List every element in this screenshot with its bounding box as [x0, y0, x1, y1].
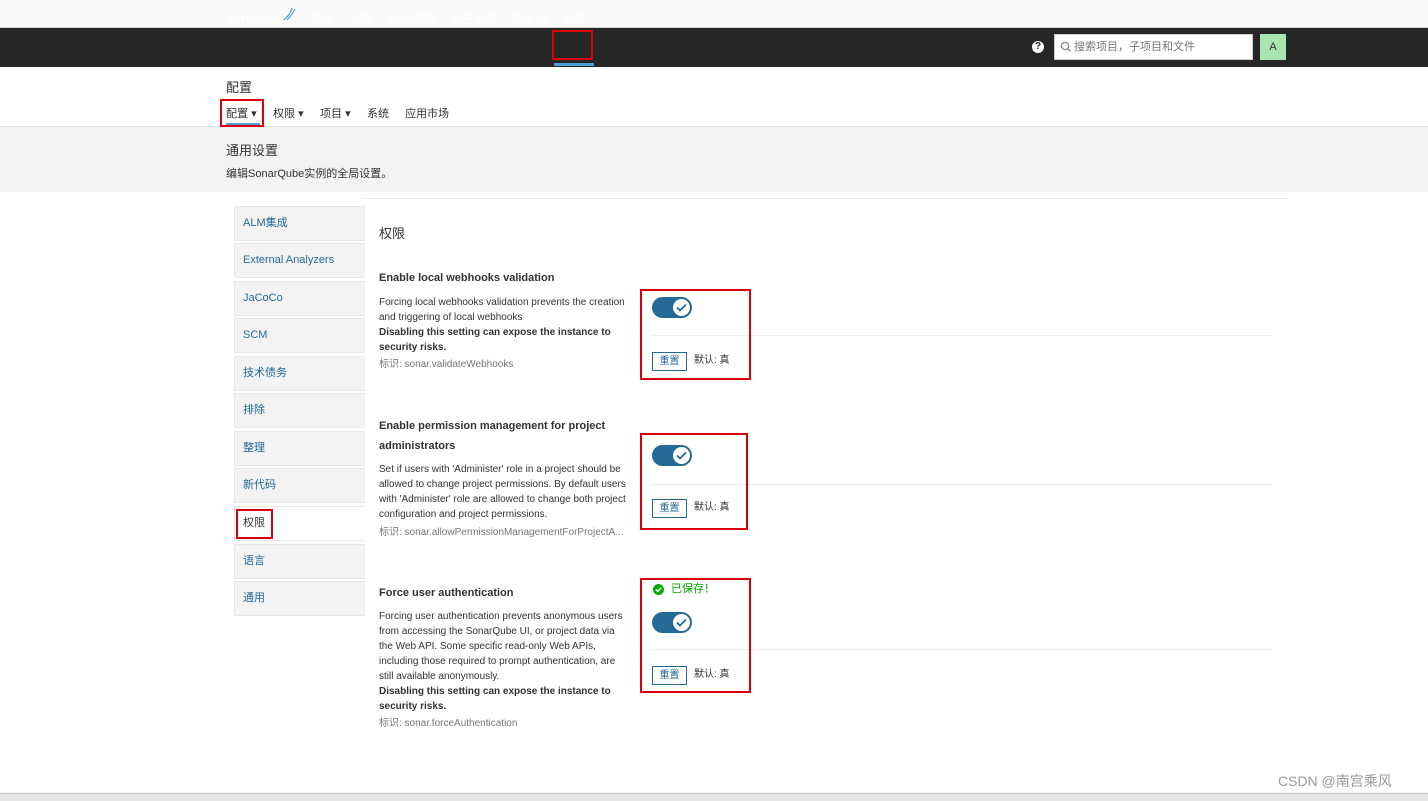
setting-description-text: Forcing user authentication prevents ano… — [379, 611, 623, 682]
default-value: 默认: 真 — [694, 502, 730, 513]
toggle-knob — [673, 447, 690, 464]
saved-check-icon — [653, 584, 664, 595]
check-icon — [676, 451, 687, 460]
saved-message: 已保存！ — [671, 583, 715, 595]
row-divider — [650, 484, 1272, 485]
caret-down-icon: ▾ — [345, 108, 351, 120]
content-title: 权限 — [379, 226, 406, 241]
setting-key: 标识: sonar.forceAuthentication — [379, 718, 518, 729]
section-description: 编辑SonarQube实例的全局设置。 — [226, 168, 393, 180]
check-icon — [655, 587, 662, 593]
sidebar-item-languages[interactable]: 语言 — [234, 544, 365, 579]
browser-top-strip — [0, 0, 1428, 28]
setting-description: Forcing user authentication prevents ano… — [379, 609, 631, 714]
reset-button[interactable]: 重置 — [652, 499, 687, 518]
toggle-validate-webhooks[interactable] — [652, 297, 692, 318]
nav-quality-profiles[interactable]: 质量配置 — [450, 10, 498, 28]
nav-quality-gates[interactable]: 质量阈 — [511, 10, 547, 28]
subtab-label: 配置 — [226, 108, 248, 120]
sonarqube-logo[interactable]: sonarqube — [226, 11, 290, 27]
sidebar-item-external-analyzers[interactable]: External Analyzers — [234, 243, 365, 278]
sidebar-item-housekeeping[interactable]: 整理 — [234, 431, 365, 466]
subtab-security[interactable]: 权限 ▾ — [273, 106, 304, 122]
setting-description: Forcing local webhooks validation preven… — [379, 295, 631, 355]
check-icon — [676, 303, 687, 312]
setting-description-text: Forcing local webhooks validation preven… — [379, 297, 625, 323]
sidebar-item-general[interactable]: 通用 — [234, 581, 365, 616]
setting-warning: Disabling this setting can expose the in… — [379, 686, 611, 712]
section-title: 通用设置 — [226, 143, 279, 158]
watermark: CSDN @南宫乘风 — [1278, 773, 1392, 789]
nav-rules[interactable]: 代码规则 — [388, 10, 436, 28]
sidebar-item-technical-debt[interactable]: 技术债务 — [234, 356, 365, 391]
sidebar-item-alm[interactable]: ALM集成 — [234, 206, 365, 241]
subtab-marketplace[interactable]: 应用市场 — [405, 106, 449, 122]
page-header — [0, 67, 1428, 127]
help-icon[interactable]: ? — [1032, 41, 1044, 53]
toggle-permission-management[interactable] — [652, 445, 692, 466]
check-icon — [676, 618, 687, 627]
caret-down-icon: ▾ — [298, 108, 304, 120]
caret-down-icon: ▾ — [251, 108, 257, 120]
setting-name: Force user authentication — [379, 587, 514, 599]
row-divider — [650, 649, 1272, 650]
user-avatar[interactable]: A — [1260, 34, 1286, 60]
setting-name: Enable local webhooks validation — [379, 272, 555, 284]
subtab-projects[interactable]: 项目 ▾ — [320, 106, 351, 122]
logo-brand: sonar — [226, 11, 262, 26]
sidebar-item-jacoco[interactable]: JaCoCo — [234, 281, 365, 316]
reset-button[interactable]: 重置 — [652, 666, 687, 685]
setting-description: Set if users with 'Administer' role in a… — [379, 464, 626, 520]
subtab-system[interactable]: 系统 — [367, 106, 389, 122]
toggle-force-authentication[interactable] — [652, 612, 692, 633]
browser-bottom-strip — [0, 793, 1428, 801]
reset-button[interactable]: 重置 — [652, 352, 687, 371]
sidebar-item-exclusions[interactable]: 排除 — [234, 393, 365, 428]
setting-key: 标识: sonar.validateWebhooks — [379, 359, 514, 370]
page-title: 配置 — [226, 80, 253, 95]
row-divider — [650, 335, 1272, 336]
toggle-knob — [673, 614, 690, 631]
sidebar-item-scm[interactable]: SCM — [234, 318, 365, 353]
sonarqube-waves-icon — [283, 7, 296, 21]
setting-key: 标识: sonar.allowPermissionManagementForPr… — [379, 527, 624, 538]
subtab-active-indicator — [226, 123, 260, 125]
nav-projects[interactable]: 项目 — [310, 10, 334, 28]
subtab-label: 权限 — [273, 108, 295, 120]
setting-name: Enable permission management for project… — [379, 420, 606, 452]
default-value: 默认: 真 — [694, 355, 730, 366]
nav-active-indicator — [554, 63, 594, 66]
default-value: 默认: 真 — [694, 669, 730, 680]
sidebar-item-new-code[interactable]: 新代码 — [234, 468, 365, 503]
nav-issues[interactable]: 问题 — [348, 10, 372, 28]
search-icon — [1060, 41, 1071, 52]
sidebar-item-security[interactable]: 权限 — [234, 506, 365, 541]
search-input[interactable] — [1074, 35, 1250, 59]
nav-administration[interactable]: 配置 — [562, 10, 586, 28]
toggle-knob — [673, 299, 690, 316]
subtab-configuration[interactable]: 配置 ▾ — [226, 106, 257, 122]
setting-warning: Disabling this setting can expose the in… — [379, 327, 611, 353]
subtab-label: 项目 — [320, 108, 342, 120]
